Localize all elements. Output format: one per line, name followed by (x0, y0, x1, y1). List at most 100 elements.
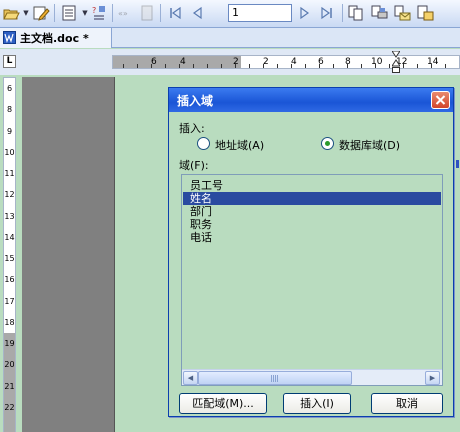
mail-merge-toolbar: ▼ ▼ ? «» 1 (0, 0, 460, 28)
last-record-icon[interactable] (318, 4, 336, 22)
ruler-tick (361, 64, 362, 68)
ruler-number: 17 (4, 296, 15, 306)
scrollbar-thumb[interactable] (198, 371, 352, 385)
record-number-input[interactable]: 1 (228, 4, 292, 22)
prev-record-icon[interactable] (188, 4, 206, 22)
ruler-number: 22 (4, 402, 15, 412)
chevron-down-icon[interactable]: ▼ (21, 4, 31, 22)
tab-title: 主文档.doc * (20, 32, 89, 45)
insert-label: 插入: (179, 122, 205, 135)
ruler-number: 13 (4, 211, 15, 221)
radio-address-label[interactable]: 地址域(A) (215, 137, 264, 153)
ruler-tick (305, 64, 306, 68)
find-record-icon[interactable] (416, 4, 434, 22)
ruler-number: 18 (4, 317, 15, 327)
tab-main-document[interactable]: 主文档.doc * (0, 28, 112, 48)
ruler-tick (277, 64, 278, 68)
merge-doc-icon[interactable] (347, 4, 365, 22)
merge-printer-icon[interactable] (370, 4, 388, 22)
ruler-tick (291, 64, 292, 68)
horizontal-scrollbar[interactable]: ◀ ▶ (182, 369, 442, 385)
ruler-tick (235, 64, 236, 68)
toolbar-separator (160, 4, 161, 22)
ruler-number: 14 (427, 57, 439, 67)
ruler-tick (375, 64, 376, 68)
close-icon (435, 95, 446, 105)
ruler-tick (165, 64, 166, 68)
scroll-left-icon[interactable]: ◀ (183, 371, 198, 385)
ruler-tick (347, 64, 348, 68)
cancel-button[interactable]: 取消 (371, 393, 443, 414)
ruler-tick (389, 64, 390, 68)
merge-field-icon[interactable]: ? (90, 4, 108, 22)
vertical-ruler[interactable]: 6 8 9 10 11 12 13 14 15 16 17 18 19 20 21 22 (3, 77, 16, 432)
merge-email-icon[interactable] (393, 4, 411, 22)
ruler-tick (207, 64, 208, 68)
close-button[interactable] (431, 91, 450, 109)
radio-address-field[interactable] (197, 137, 210, 150)
ruler-number: 8 (6, 105, 13, 115)
radio-database-field[interactable] (321, 137, 334, 150)
indent-marker-icon[interactable] (391, 50, 401, 73)
svg-text:?: ? (92, 6, 96, 15)
ruler-tick (263, 64, 264, 68)
ruler-tick (431, 64, 432, 68)
dialog-title: 插入域 (177, 94, 214, 108)
ruler-number: 4 (180, 57, 186, 67)
list-item-department[interactable]: 部门 (183, 205, 441, 218)
list-item-name[interactable]: 姓名 (183, 192, 441, 205)
ruler-number: 21 (4, 381, 15, 391)
ruler-tick (333, 64, 334, 68)
ruler-number: 9 (6, 126, 13, 136)
text-marker (456, 160, 459, 168)
toolbar-separator (112, 4, 113, 22)
ruler-number: 10 (371, 57, 383, 67)
horizontal-ruler[interactable]: 6 4 2 2 4 6 8 10 12 14 (112, 55, 460, 69)
svg-text:«»: «» (118, 9, 128, 18)
list-item-employee-id[interactable]: 员工号 (183, 179, 441, 192)
ruler-number: 11 (4, 169, 15, 178)
tab-stop-selector[interactable]: L (3, 55, 16, 68)
ruler-tick (417, 64, 418, 68)
ruler-number: 15 (4, 254, 15, 263)
ruler-tick (137, 64, 138, 68)
ruler-number: 12 (4, 190, 15, 200)
ruler-tick (151, 64, 152, 68)
field-listbox[interactable]: 员工号 姓名 部门 职务 电话 ◀ ▶ (181, 174, 443, 386)
ruler-tick (179, 64, 180, 68)
ruler-tick (319, 64, 320, 68)
match-fields-button[interactable]: 匹配域(M)... (179, 393, 267, 414)
ruler-tick (221, 64, 222, 68)
ruler-tick (123, 64, 124, 68)
document-icon[interactable] (60, 4, 78, 22)
ruler-number: 10 (4, 147, 15, 157)
abc-icon[interactable]: «» (117, 4, 135, 22)
first-record-icon[interactable] (166, 4, 184, 22)
page-gray-margin (22, 77, 114, 432)
field-label: 域(F): (179, 159, 209, 172)
scroll-right-icon[interactable]: ▶ (425, 371, 440, 385)
toolbar-separator (342, 4, 343, 22)
ruler-tick (249, 64, 250, 68)
dialog-title-bar[interactable]: 插入域 (169, 88, 453, 112)
radio-database-label[interactable]: 数据库域(D) (339, 137, 400, 153)
next-record-icon[interactable] (296, 4, 314, 22)
insert-field-dialog: 插入域 插入: 地址域(A) 数据库域(D) 域(F): 员工号 姓名 部门 职… (168, 87, 454, 417)
insert-button[interactable]: 插入(I) (283, 393, 351, 414)
list-item-phone[interactable]: 电话 (183, 231, 441, 244)
list-item-position[interactable]: 职务 (183, 218, 441, 231)
page-icon[interactable] (138, 4, 156, 22)
scroll-grip-icon (271, 375, 279, 382)
ruler-number: 14 (4, 232, 15, 242)
open-folder-icon[interactable] (2, 4, 20, 22)
ruler-row: L 6 4 2 2 4 6 8 10 12 14 (0, 49, 460, 75)
ruler-tick (403, 64, 404, 68)
ruler-tick (445, 64, 446, 68)
toolbar-separator (54, 4, 55, 22)
edit-pen-icon[interactable] (32, 4, 50, 22)
page-edge (114, 77, 115, 432)
ruler-number: 20 (4, 360, 15, 370)
word-document-icon (3, 31, 16, 44)
ruler-number: 6 (6, 84, 13, 93)
chevron-down-icon[interactable]: ▼ (80, 4, 90, 22)
